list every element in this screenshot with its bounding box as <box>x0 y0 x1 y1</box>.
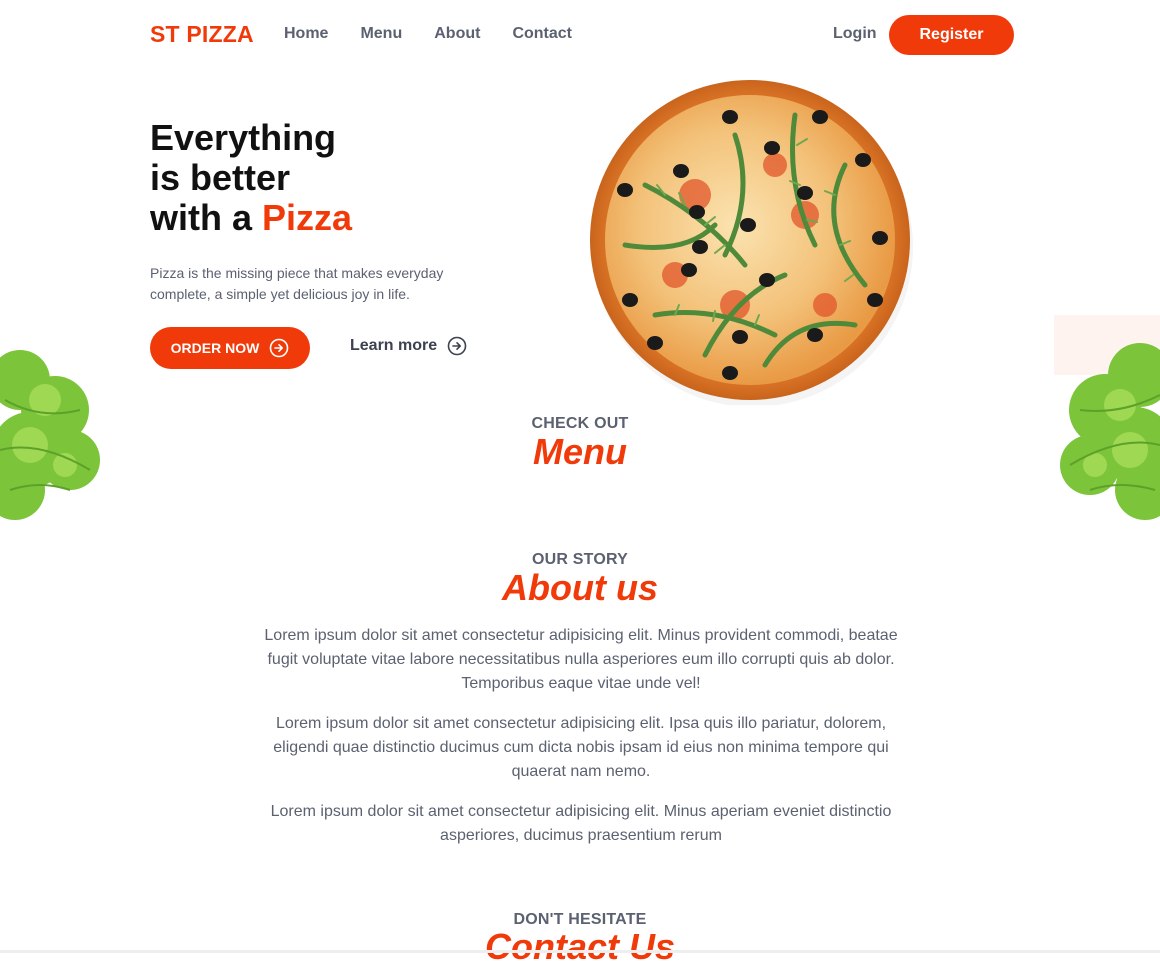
login-link[interactable]: Login <box>833 25 877 43</box>
register-button[interactable]: Register <box>889 15 1014 55</box>
nav-links: Home Menu About Contact <box>284 25 572 43</box>
circle-arrow-right-icon <box>447 336 467 356</box>
menu-title: Menu <box>533 431 627 472</box>
brand-logo[interactable]: ST PIZZA <box>150 21 254 48</box>
about-paragraph-1: Lorem ipsum dolor sit amet consectetur a… <box>264 627 898 692</box>
top-navigation: ST PIZZA Home Menu About Contact Login R… <box>0 0 1160 70</box>
hero-title-accent: Pizza <box>262 197 353 238</box>
learn-more-button[interactable]: Learn more <box>350 336 467 356</box>
nav-link-contact[interactable]: Contact <box>512 25 572 43</box>
hero-title-line3: with a Pizza <box>150 198 352 238</box>
pizza-image <box>585 75 915 407</box>
learn-more-label: Learn more <box>350 337 438 354</box>
hero-title-line2: is better <box>150 157 291 198</box>
order-now-button[interactable]: ORDER NOW <box>150 327 310 369</box>
hero-title-prefix: with a <box>150 197 263 238</box>
nav-link-about[interactable]: About <box>434 25 480 43</box>
hero-title-line1: Everything <box>150 117 337 158</box>
contact-title: Contact Us <box>484 926 676 967</box>
circle-arrow-right-icon <box>269 338 289 358</box>
hero-description: Pizza is the missing piece that makes ev… <box>150 265 444 302</box>
about-paragraph-2: Lorem ipsum dolor sit amet consectetur a… <box>273 715 889 780</box>
about-title: About us <box>502 567 658 608</box>
nav-link-menu[interactable]: Menu <box>360 25 402 43</box>
order-now-label: ORDER NOW <box>170 340 260 356</box>
about-paragraph-3: Lorem ipsum dolor sit amet consectetur a… <box>270 803 892 844</box>
nav-link-home[interactable]: Home <box>284 25 328 43</box>
hero-title: Everything is better with a Pizza <box>150 118 352 238</box>
